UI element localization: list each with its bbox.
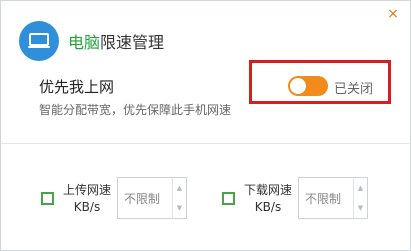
priority-toggle[interactable]: [288, 76, 328, 96]
download-decrement-button[interactable]: ▼: [354, 198, 367, 218]
upload-speed-input[interactable]: 不限制 ▲ ▼: [117, 177, 187, 219]
download-label-unit: KB/s: [254, 200, 282, 214]
download-label-name: 下载网速: [243, 183, 292, 197]
upload-limit-checkbox[interactable]: [41, 192, 54, 205]
upload-speed-value: 不限制: [124, 192, 161, 206]
dialog-header: 电脑限速管理: [19, 21, 164, 61]
divider: [1, 143, 411, 144]
download-increment-button[interactable]: ▲: [354, 178, 367, 198]
priority-title: 优先我上网: [39, 78, 115, 96]
upload-label-name: 上传网速: [62, 183, 111, 197]
dialog-title: 电脑限速管理: [68, 29, 164, 53]
download-speed-input[interactable]: 不限制 ▲ ▼: [298, 177, 368, 219]
title-rest: 限速管理: [100, 33, 165, 52]
close-button[interactable]: ×: [386, 7, 400, 21]
priority-description: 智能分配带宽，优先保障此手机网速: [39, 103, 232, 117]
arrow-up-icon: ▲: [357, 184, 364, 192]
upload-spinner: ▲ ▼: [172, 178, 186, 218]
download-limit-checkbox[interactable]: [222, 192, 235, 205]
computer-icon: [19, 21, 59, 61]
toggle-knob: [290, 78, 306, 94]
arrow-up-icon: ▲: [176, 184, 183, 192]
speed-limit-dialog: × 电脑限速管理 优先我上网 智能分配带宽，优先保障此手机网速 已关闭 上传网速…: [0, 0, 411, 251]
upload-increment-button[interactable]: ▲: [173, 178, 186, 198]
upload-decrement-button[interactable]: ▼: [173, 198, 186, 218]
arrow-down-icon: ▼: [357, 204, 364, 212]
download-speed-value: 不限制: [305, 192, 342, 206]
toggle-status-text: 已关闭: [334, 82, 374, 97]
priority-section: 优先我上网: [39, 76, 114, 97]
download-spinner: ▲ ▼: [353, 178, 367, 218]
upload-limit-label: 上传网速 KB/s: [61, 182, 113, 216]
download-limit-label: 下载网速 KB/s: [242, 182, 294, 216]
upload-label-unit: KB/s: [73, 200, 101, 214]
title-accent: 电脑: [68, 33, 101, 52]
close-icon: ×: [387, 6, 399, 22]
arrow-down-icon: ▼: [176, 204, 183, 212]
